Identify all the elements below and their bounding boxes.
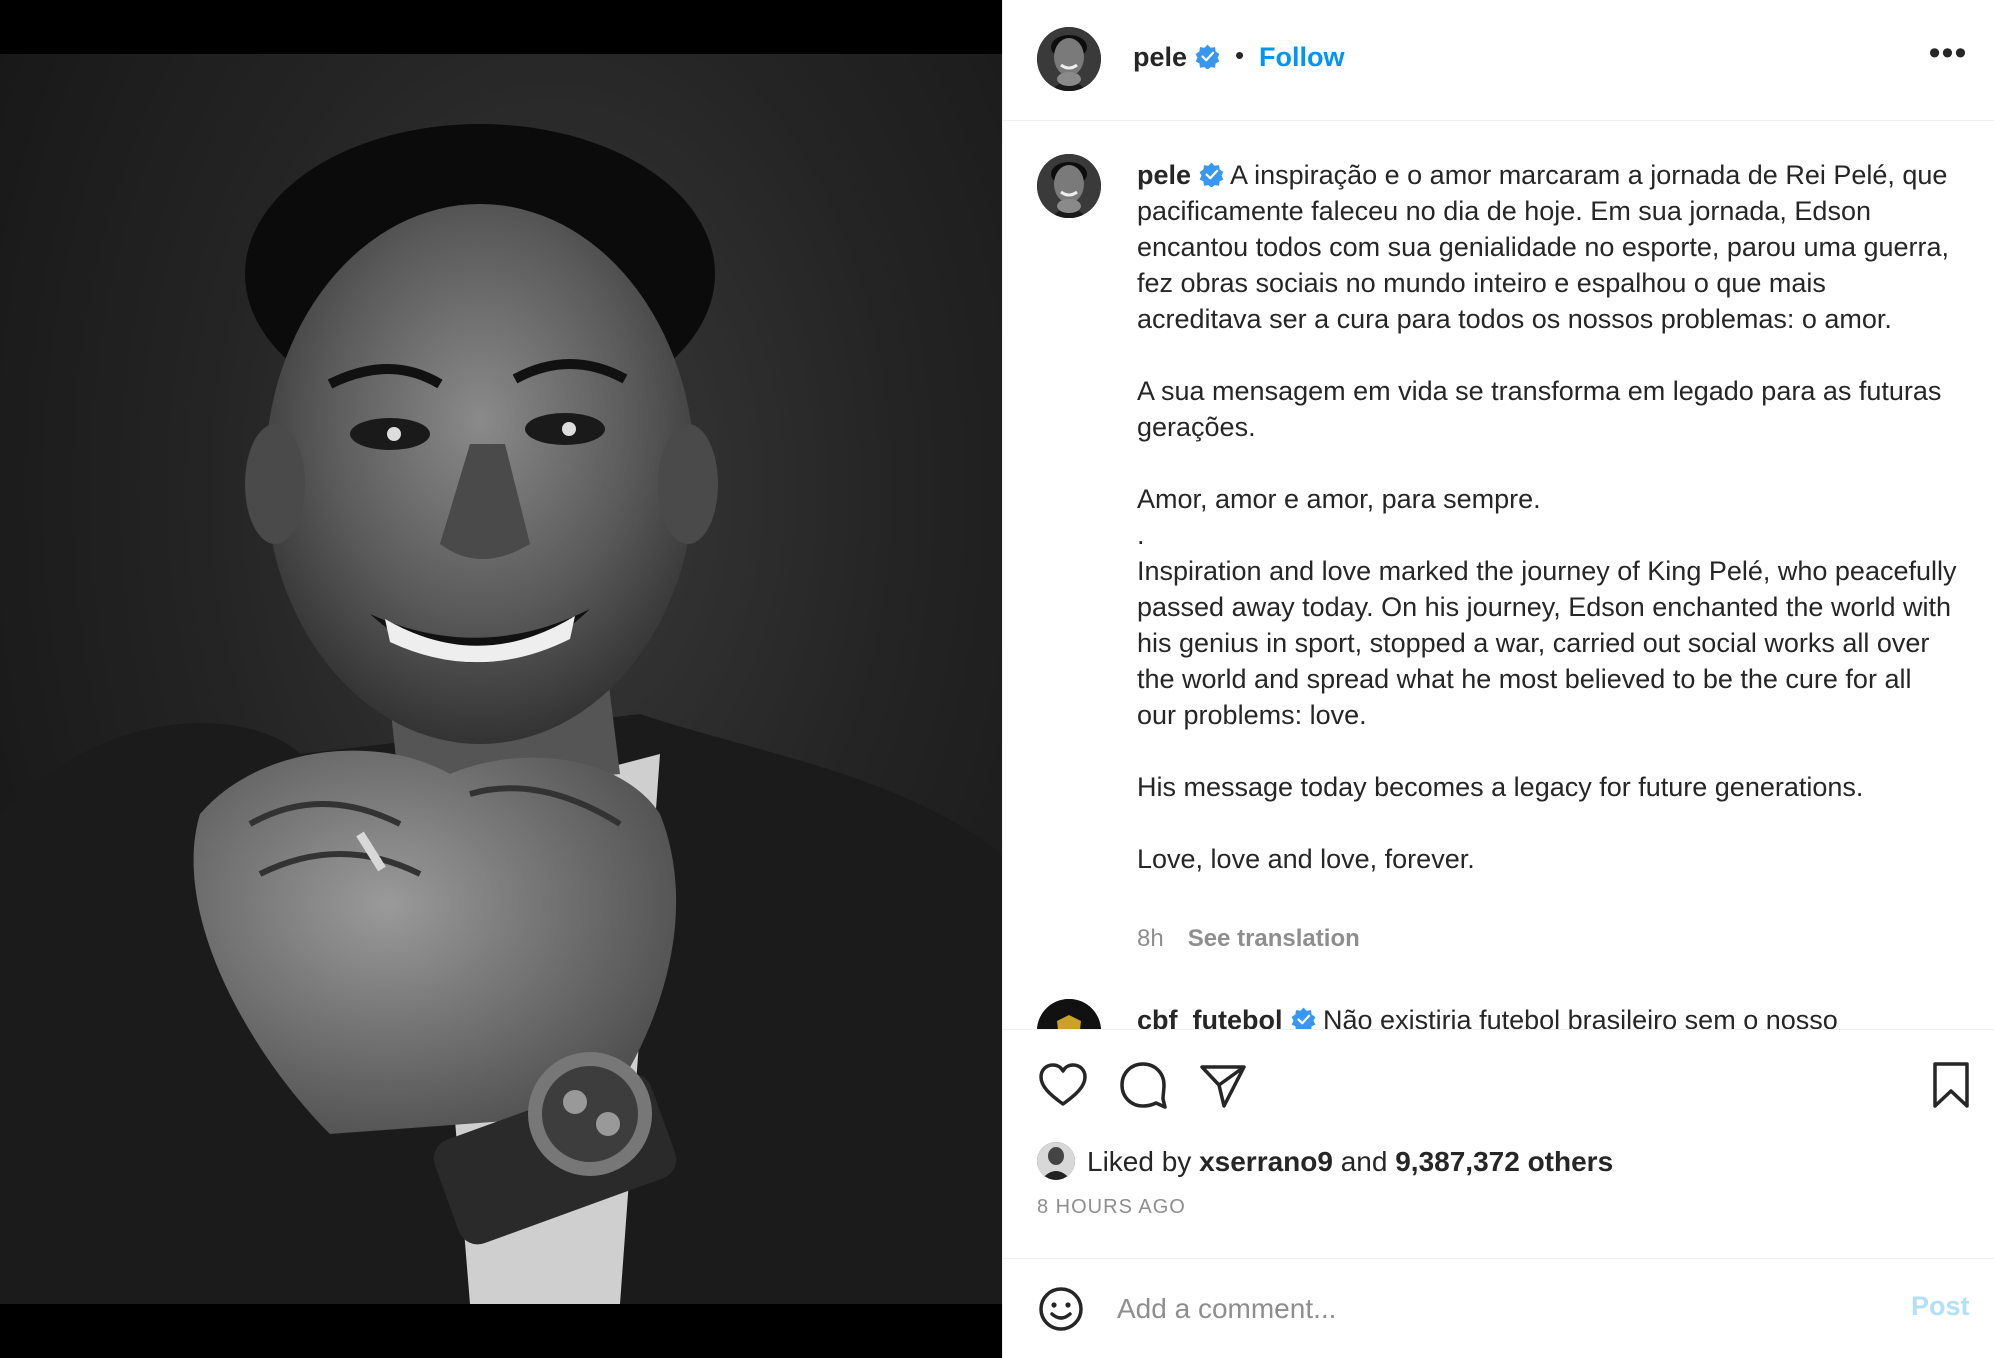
add-comment-bar: Post bbox=[1003, 1258, 1994, 1358]
follow-button[interactable]: Follow bbox=[1259, 42, 1344, 73]
caption-en-2: His message today becomes a legacy for f… bbox=[1137, 772, 1864, 802]
caption-meta: 8h See translation bbox=[1137, 925, 1360, 953]
comment-item: cbf_futebol Não existiria futebol brasil… bbox=[1037, 999, 1937, 1029]
verified-badge-icon bbox=[1195, 44, 1220, 69]
caption-pt-3: Amor, amor e amor, para sempre. bbox=[1137, 484, 1541, 514]
likes-text: Liked by xserrano9 and 9,387,372 others bbox=[1087, 1146, 1613, 1178]
caption-author-avatar[interactable] bbox=[1037, 154, 1101, 218]
post-media bbox=[0, 0, 1002, 1358]
more-options-icon[interactable]: ••• bbox=[1925, 36, 1971, 78]
caption-pt-1: A inspiração e o amor marcaram a jornada… bbox=[1137, 160, 1950, 334]
caption-en-3: Love, love and love, forever. bbox=[1137, 844, 1475, 874]
comment-text: cbf_futebol Não existiria futebol brasil… bbox=[1137, 1005, 1838, 1029]
post-header: pele • Follow ••• bbox=[1003, 0, 1994, 121]
post-caption: pele A inspiração e o amor marcaram a jo… bbox=[1137, 157, 1957, 877]
commenter-avatar[interactable] bbox=[1037, 999, 1101, 1029]
liker-username[interactable]: xserrano9 bbox=[1199, 1146, 1333, 1177]
likes-prefix: Liked by bbox=[1087, 1146, 1192, 1177]
post-timestamp[interactable]: 8 HOURS AGO bbox=[1037, 1196, 1186, 1219]
commenter-username[interactable]: cbf_futebol bbox=[1137, 1005, 1283, 1029]
caption-paragraph: pele A inspiração e o amor marcaram a jo… bbox=[1137, 157, 1957, 337]
verified-badge-icon bbox=[1291, 1007, 1316, 1029]
caption-pt-2: A sua mensagem em vida se transforma em … bbox=[1137, 376, 1942, 442]
caption-en-1: Inspiration and love marked the journey … bbox=[1137, 556, 1957, 730]
comment-input[interactable] bbox=[1117, 1287, 1877, 1331]
paper-plane-icon[interactable] bbox=[1197, 1059, 1249, 1111]
verified-badge-icon bbox=[1199, 162, 1224, 187]
post-photo bbox=[0, 54, 1002, 1304]
caption-username[interactable]: pele bbox=[1137, 160, 1191, 190]
see-translation-button[interactable]: See translation bbox=[1188, 925, 1360, 952]
author-username[interactable]: pele bbox=[1133, 42, 1220, 73]
caption-divider: . bbox=[1137, 520, 1145, 550]
comment-bubble-icon[interactable] bbox=[1117, 1059, 1169, 1111]
liker-avatar[interactable] bbox=[1037, 1142, 1075, 1180]
author-username-text[interactable]: pele bbox=[1133, 42, 1187, 72]
comment-body: Não existiria futebol brasileiro sem o n… bbox=[1323, 1005, 1838, 1029]
comments-section[interactable]: pele A inspiração e o amor marcaram a jo… bbox=[1003, 121, 1994, 1029]
post-comment-button[interactable]: Post bbox=[1911, 1291, 1970, 1322]
likes-conj: and bbox=[1340, 1146, 1388, 1177]
heart-icon[interactable] bbox=[1037, 1059, 1089, 1111]
likes-count[interactable]: 9,387,372 others bbox=[1395, 1146, 1613, 1177]
caption-timestamp[interactable]: 8h bbox=[1137, 925, 1164, 952]
smiley-icon[interactable] bbox=[1037, 1285, 1085, 1333]
post-side-panel: pele • Follow ••• pele A inspiração e o … bbox=[1002, 0, 1994, 1358]
bookmark-icon[interactable] bbox=[1925, 1059, 1977, 1111]
author-avatar[interactable] bbox=[1037, 27, 1101, 91]
post-actions: Liked by xserrano9 and 9,387,372 others … bbox=[1003, 1029, 1994, 1258]
header-separator: • bbox=[1235, 40, 1245, 70]
